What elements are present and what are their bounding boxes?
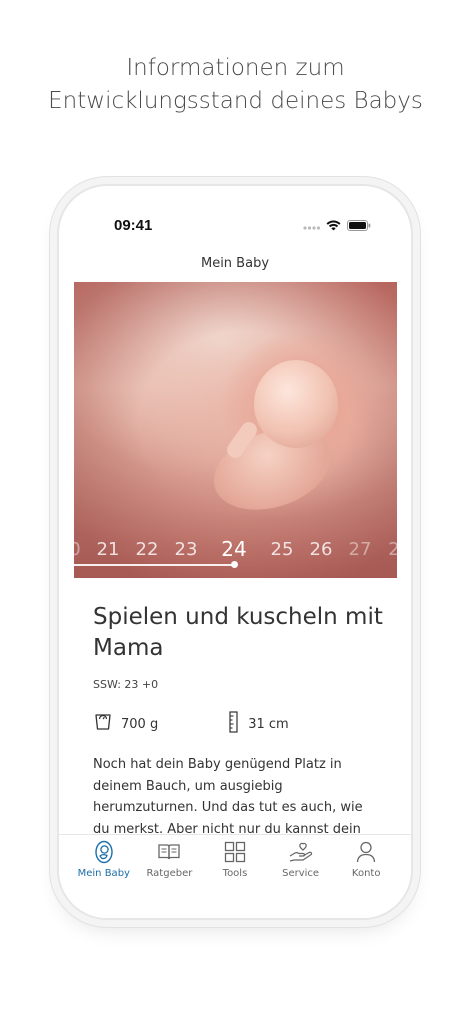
length-stat: 31 cm: [228, 711, 289, 737]
headline-line-2: Entwicklungsstand deines Babys: [48, 88, 423, 114]
week-selector[interactable]: 0 21 22 23 24 25 26 27 2: [74, 535, 397, 561]
tab-label: Service: [282, 868, 320, 879]
article-title-line-1: Spielen und kuscheln mit: [93, 604, 383, 630]
signal-icon: [303, 216, 321, 235]
week-item[interactable]: 21: [97, 539, 120, 560]
status-bar: 09:41: [59, 186, 411, 246]
tab-mein-baby[interactable]: Mein Baby: [73, 839, 135, 918]
phone-frame: 09:41 Mein Baby 0 21 22 23 24 25 26 27 2…: [59, 186, 411, 918]
headline-line-1: Informationen zum: [126, 55, 345, 81]
wifi-icon: [326, 216, 341, 235]
tab-ratgeber[interactable]: Ratgeber: [138, 839, 200, 918]
week-progress-handle[interactable]: [231, 561, 238, 568]
week-item-current[interactable]: 24: [221, 537, 246, 561]
tab-konto[interactable]: Konto: [335, 839, 397, 918]
article-title-line-2: Mama: [93, 635, 164, 661]
week-item[interactable]: 26: [310, 539, 333, 560]
tab-label: Tools: [222, 868, 248, 879]
status-time: 09:41: [114, 217, 153, 234]
article-title: Spielen und kuscheln mit Mama: [93, 602, 383, 664]
week-item[interactable]: 27: [349, 539, 372, 560]
ruler-icon: [228, 711, 240, 737]
baby-icon: [94, 839, 114, 865]
week-item[interactable]: 0: [74, 539, 81, 560]
baby-illustration: 0 21 22 23 24 25 26 27 2: [74, 282, 397, 578]
scale-icon: [93, 712, 113, 736]
status-icons: [303, 218, 371, 232]
tab-bar: Mein Baby Ratgeber Tools Service Konto: [59, 834, 411, 918]
pregnancy-week-label: SSW: 23 +0: [93, 678, 159, 691]
page-title: Mein Baby: [200, 256, 270, 271]
tab-service[interactable]: Service: [270, 839, 332, 918]
weight-value: 700 g: [121, 716, 159, 732]
length-value: 31 cm: [248, 716, 289, 732]
person-icon: [356, 839, 376, 865]
battery-icon: [347, 216, 371, 235]
article-body: Noch hat dein Baby genügend Platz in dei…: [93, 757, 363, 837]
heart-hand-icon: [288, 839, 314, 865]
tab-label: Konto: [351, 868, 381, 879]
book-icon: [157, 839, 181, 865]
tab-tools[interactable]: Tools: [204, 839, 266, 918]
grid-icon: [224, 839, 246, 865]
baby-stats: 700 g 31 cm: [93, 711, 383, 737]
hero-vignette: [74, 282, 397, 578]
week-item[interactable]: 23: [175, 539, 198, 560]
tab-label: Mein Baby: [77, 868, 130, 879]
tab-label: Ratgeber: [146, 868, 193, 879]
week-progress-bar: [74, 564, 234, 566]
week-item[interactable]: 2: [388, 539, 397, 560]
week-item[interactable]: 22: [136, 539, 159, 560]
week-item[interactable]: 25: [271, 539, 294, 560]
article: Spielen und kuscheln mit Mama SSW: 23 +0…: [93, 602, 383, 840]
promo-headline: Informationen zum Entwicklungsstand dein…: [0, 52, 471, 118]
weight-stat: 700 g: [93, 712, 158, 736]
